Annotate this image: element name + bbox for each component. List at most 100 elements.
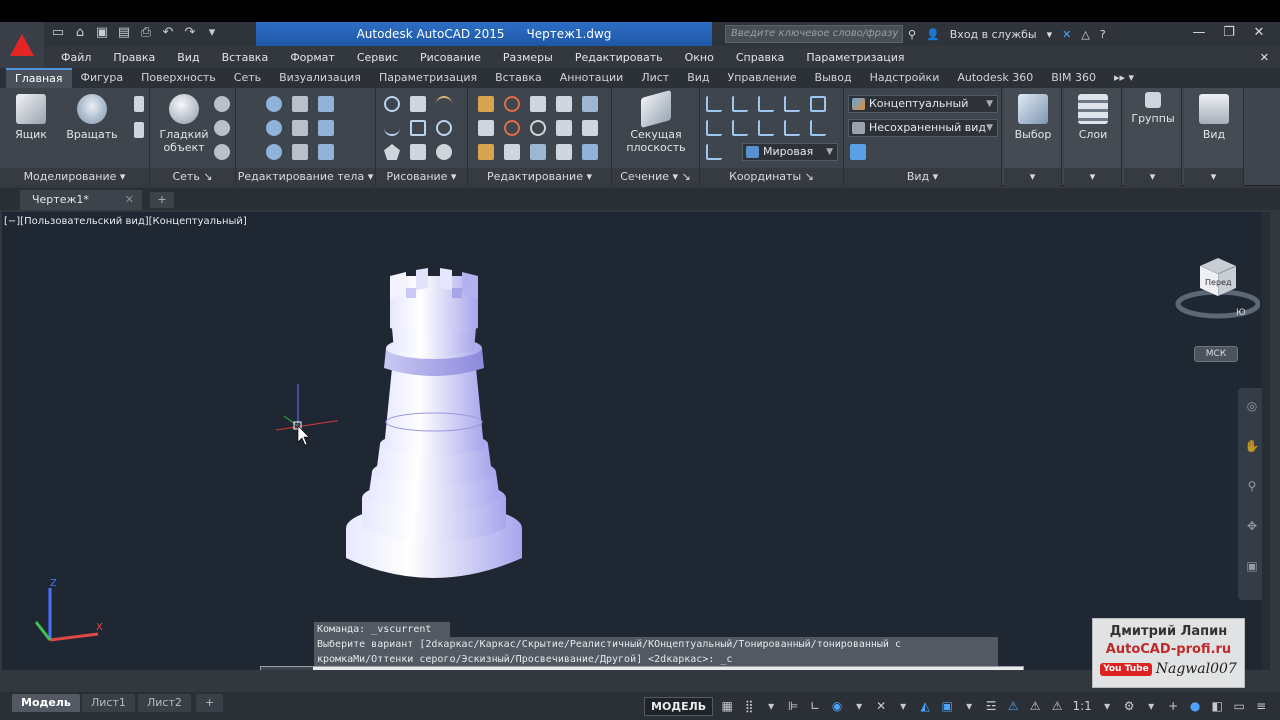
menu-tools[interactable]: Сервис — [346, 51, 409, 64]
binoculars-icon[interactable]: ⚲ — [908, 28, 916, 41]
groups-expand[interactable]: ▾ — [1124, 168, 1181, 186]
orbit-icon[interactable]: ✥ — [1244, 518, 1260, 534]
mirror-icon[interactable] — [556, 120, 572, 136]
qat-dropdown-icon[interactable]: ▾ — [204, 25, 220, 41]
close-tab-icon[interactable]: ✕ — [125, 190, 134, 210]
tab-addins[interactable]: Надстройки — [861, 68, 949, 88]
menu-close-icon[interactable]: ✕ — [1249, 51, 1280, 64]
annotation-visibility-icon[interactable]: ⚠ — [1005, 698, 1021, 714]
signin-link[interactable]: Вход в службы — [950, 28, 1037, 41]
viewcube[interactable]: Перед Ю — [1174, 242, 1261, 342]
selection-button[interactable]: Выбор — [1008, 94, 1058, 141]
ucs-previous-icon[interactable] — [706, 120, 722, 136]
model-space-button[interactable]: МОДЕЛЬ — [644, 696, 714, 716]
union-icon[interactable] — [266, 96, 282, 112]
extrude-icon[interactable] — [134, 96, 144, 112]
layout-tab-sheet2[interactable]: Лист2 — [138, 694, 191, 712]
tab-parametric[interactable]: Параметризация — [370, 68, 486, 88]
restore-icon[interactable]: ❐ — [1214, 22, 1244, 44]
file-tab[interactable]: Чертеж1* ✕ — [20, 190, 142, 210]
ucs-origin-icon[interactable] — [758, 96, 774, 112]
viewcube-graphic[interactable] — [1174, 242, 1261, 342]
separate-icon[interactable] — [318, 120, 334, 136]
tab-bim-360[interactable]: BIM 360 — [1042, 68, 1105, 88]
tab-view[interactable]: Вид — [678, 68, 718, 88]
layers-button[interactable]: Слои — [1068, 94, 1118, 141]
add-scale-icon[interactable]: + — [1165, 698, 1181, 714]
panel-title-modify[interactable]: Редактирование ▾ — [468, 168, 611, 186]
object-snap-tracking-icon[interactable]: ◭ — [917, 698, 933, 714]
refine-mesh-icon[interactable] — [214, 144, 230, 160]
menu-draw[interactable]: Рисование — [409, 51, 492, 64]
stretch-icon[interactable] — [582, 120, 598, 136]
array-icon[interactable] — [504, 120, 520, 136]
region-icon[interactable] — [410, 144, 426, 160]
workspace-gear-icon[interactable]: ⚙ — [1121, 698, 1137, 714]
auto-scale-icon[interactable]: ⚠ — [1027, 698, 1043, 714]
hardware-acceleration-icon[interactable]: ● — [1187, 698, 1203, 714]
ucs-view-icon[interactable] — [732, 120, 748, 136]
tab-solid[interactable]: Фигура — [72, 68, 133, 88]
tab-visualize[interactable]: Визуализация — [270, 68, 370, 88]
grid-icon[interactable]: ▦ — [719, 698, 735, 714]
menu-format[interactable]: Формат — [279, 51, 346, 64]
ucs-dropdown[interactable]: Мировая ▼ — [742, 143, 838, 161]
snap-dropdown-icon[interactable]: ▾ — [763, 698, 779, 714]
smooth-object-button[interactable]: Гладкий объект — [158, 94, 210, 154]
view-expand[interactable]: ▾ — [1184, 168, 1243, 186]
line-icon[interactable] — [384, 96, 400, 112]
annotation-scale-value[interactable]: 1:1 — [1071, 698, 1093, 714]
exchange-icon[interactable]: ✕ — [1062, 28, 1071, 41]
visual-style-dropdown[interactable]: Концептуальный ▼ — [848, 95, 998, 113]
menu-help[interactable]: Справка — [725, 51, 795, 64]
isodraft-dropdown-icon[interactable]: ▾ — [895, 698, 911, 714]
arc-icon[interactable] — [436, 96, 452, 112]
menu-parametric[interactable]: Параметризация — [795, 51, 915, 64]
copy-icon[interactable] — [556, 96, 572, 112]
ucs-face-icon[interactable] — [706, 144, 722, 160]
infer-constraints-icon[interactable]: ⊫ — [785, 698, 801, 714]
annotation-scale-icon[interactable]: ⚠ — [1049, 698, 1065, 714]
undo-icon[interactable]: ↶ — [160, 25, 176, 41]
new-file-icon[interactable]: ▭ — [50, 25, 66, 41]
steering-wheel-icon[interactable]: ◎ — [1244, 398, 1260, 414]
osnap-dropdown-icon[interactable]: ▾ — [961, 698, 977, 714]
intersect-icon[interactable] — [266, 144, 282, 160]
panel-title-solid-editing[interactable]: Редактирование тела ▾ — [236, 168, 375, 186]
print-icon[interactable]: ⎙ — [138, 25, 154, 41]
save-icon[interactable]: ▣ — [94, 25, 110, 41]
menu-dimension[interactable]: Размеры — [492, 51, 564, 64]
explode-icon[interactable] — [478, 120, 494, 136]
polygon-icon[interactable] — [384, 144, 400, 160]
smooth-less-icon[interactable] — [214, 120, 230, 136]
redo-icon[interactable]: ↷ — [182, 25, 198, 41]
command-history-toggle-icon[interactable]: ▲ — [1011, 669, 1019, 670]
spline-icon[interactable] — [384, 120, 400, 136]
ucs-object-icon[interactable] — [758, 120, 774, 136]
break-icon[interactable] — [556, 144, 572, 160]
application-menu-button[interactable] — [0, 22, 44, 68]
a360-icon[interactable]: △ — [1081, 28, 1089, 41]
lineweight-icon[interactable]: ☲ — [983, 698, 999, 714]
new-tab-button[interactable]: + — [150, 192, 174, 208]
ortho-icon[interactable]: ∟ — [807, 698, 823, 714]
more-tabs-icon[interactable]: ▸▸ ▾ — [1105, 68, 1143, 88]
polyline-icon[interactable] — [410, 96, 426, 112]
panel-title-modeling[interactable]: Моделирование ▾ — [0, 168, 149, 186]
fillet-icon[interactable] — [478, 96, 494, 112]
ucs-x-icon[interactable] — [810, 120, 826, 136]
groups-button[interactable]: Группы — [1128, 92, 1178, 125]
erase-icon[interactable] — [478, 144, 494, 160]
layout-tab-model[interactable]: Модель — [12, 694, 80, 712]
menu-view[interactable]: Вид — [166, 51, 210, 64]
customization-icon[interactable]: ≡ — [1253, 698, 1269, 714]
scale-dropdown-icon[interactable]: ▾ — [1099, 698, 1115, 714]
panel-title-draw[interactable]: Рисование ▾ — [376, 168, 467, 186]
pan-icon[interactable]: ✋ — [1244, 438, 1260, 454]
help-icon[interactable]: ? — [1100, 28, 1106, 41]
tab-annotate[interactable]: Аннотации — [551, 68, 633, 88]
selection-expand[interactable]: ▾ — [1004, 168, 1061, 186]
ucs-icon-props-icon[interactable] — [810, 96, 826, 112]
ucs-zaxis-icon[interactable] — [784, 96, 800, 112]
extract-edges-icon[interactable] — [292, 96, 308, 112]
